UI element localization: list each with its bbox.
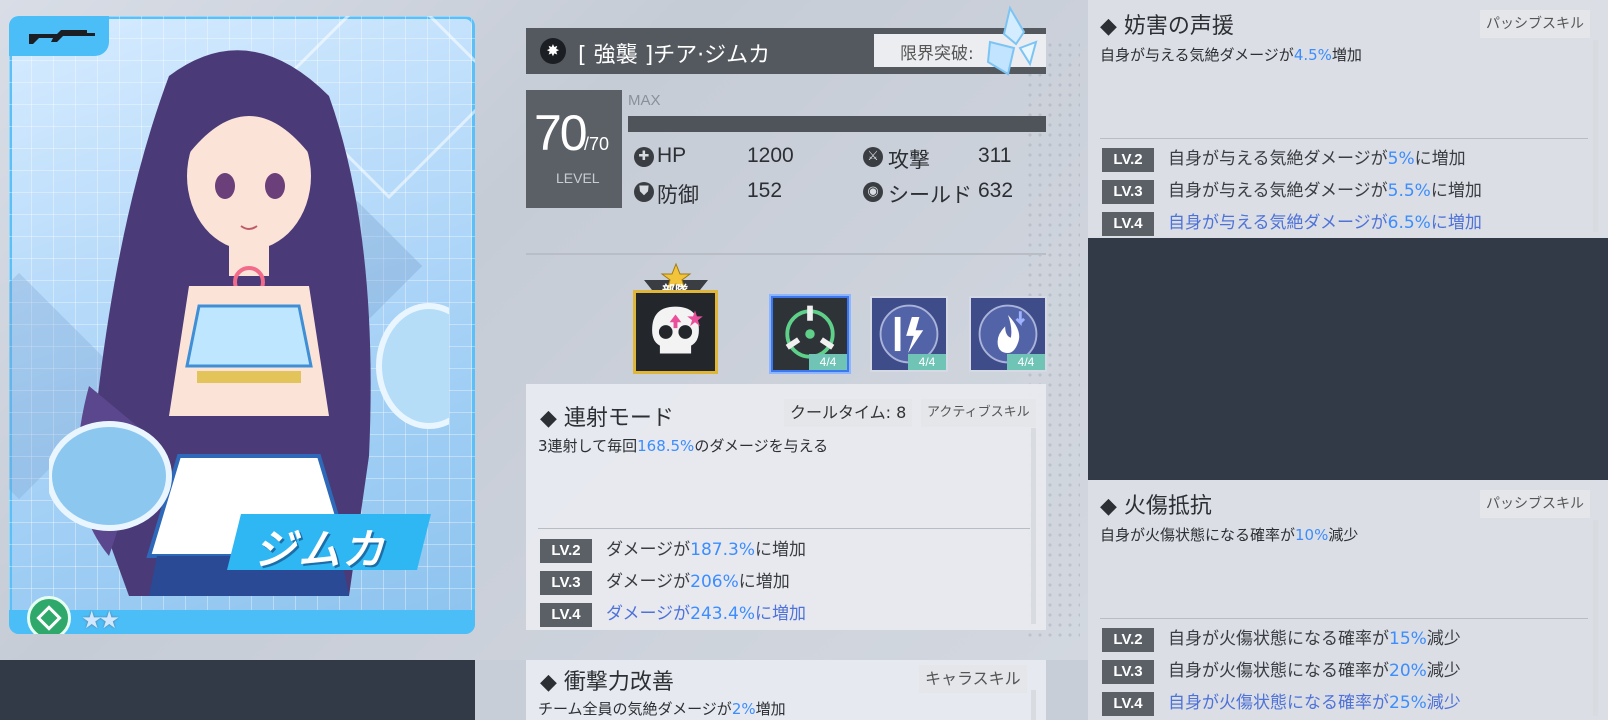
card-character-name: ジムカ xyxy=(254,525,387,574)
skill-level-label: 4/4 xyxy=(1007,354,1045,370)
active-skill-desc: 3連射して毎回168.5%のダメージを与える xyxy=(538,437,829,455)
panel-divider xyxy=(538,528,1030,529)
hp-plus-icon: ✚ xyxy=(634,147,654,167)
passive-skill-2-tag: パッシブスキル xyxy=(1480,490,1590,518)
level-current: 70 xyxy=(534,105,588,161)
attack-label: 攻撃 xyxy=(888,149,930,172)
cooldown-tag: クールタイム: 8 xyxy=(784,399,913,427)
active-skill-lv3: LV.3 ダメージが206%に増加 xyxy=(540,567,790,595)
active-skill-title: ◆ 連射モード xyxy=(540,406,674,431)
passive-skill-1-scrollbar[interactable] xyxy=(1593,40,1598,232)
chara-skill-desc: チーム全員の気絶ダメージが2%増加 xyxy=(538,700,786,718)
limit-break-crystal-icon xyxy=(986,5,1038,76)
attack-value: 311 xyxy=(978,144,1012,167)
attack-sword-icon: ⚔ xyxy=(863,147,883,167)
passive-skill-2-scrollbar[interactable] xyxy=(1593,520,1598,716)
character-title: [ 強襲 ]チア·ジムカ xyxy=(578,43,771,68)
character-name-banner: ジムカ xyxy=(224,506,454,576)
active-skill-tag: アクティブスキル xyxy=(921,399,1036,427)
passive-skill-1-tag: パッシブスキル xyxy=(1480,10,1590,38)
section-divider xyxy=(526,253,1046,255)
panel-divider xyxy=(1100,618,1588,619)
passive-skill-1-title: ◆ 妨害の声援 xyxy=(1100,14,1234,39)
defense-label: 防御 xyxy=(657,184,699,207)
hp-label: HP xyxy=(657,144,687,167)
defense-shield-icon: ⛊ xyxy=(634,182,654,202)
character-card[interactable]: ジムカ ★★ xyxy=(9,16,475,634)
barrier-icon: ◉ xyxy=(863,182,883,202)
passive-skill-2-lv3: LV.3 自身が火傷状態になる確率が20%減少 xyxy=(1102,656,1461,684)
passive-skill-2-lv4: LV.4 自身が火傷状態になる確率が25%減少 xyxy=(1102,688,1461,716)
skill-button-active[interactable]: 4/4 xyxy=(771,296,849,372)
panel-divider xyxy=(1100,138,1588,139)
xp-bar xyxy=(628,116,1046,132)
right-empty-area xyxy=(1088,238,1608,480)
xp-bar-label: MAX xyxy=(628,92,661,109)
passive-skill-1-lv4: LV.4 自身が与える気絶ダメージが6.5%に増加 xyxy=(1102,208,1482,236)
level-box: 70 /70 LEVEL xyxy=(526,90,622,208)
shield-value: 632 xyxy=(978,179,1014,202)
defense-value: 152 xyxy=(747,179,783,202)
skill-level-label: 4/4 xyxy=(908,354,946,370)
passive-skill-1-desc: 自身が与える気絶ダメージが4.5%増加 xyxy=(1100,46,1362,64)
passive-skill-1-lv2: LV.2 自身が与える気絶ダメージが5%に増加 xyxy=(1102,144,1466,172)
passive-skill-1-lv3: LV.3 自身が与える気絶ダメージが5.5%に増加 xyxy=(1102,176,1482,204)
hp-value: 1200 xyxy=(747,144,794,167)
skull-icon xyxy=(652,306,703,354)
chara-skill-tag: キャラスキル xyxy=(919,665,1027,693)
level-max: /70 xyxy=(584,134,610,154)
passive-skill-2-desc: 自身が火傷状態になる確率が10%減少 xyxy=(1100,526,1359,544)
limit-break-label: 限界突破: xyxy=(900,44,974,64)
passive-skill-2-title: ◆ 火傷抵抗 xyxy=(1100,494,1212,519)
passive-skill-2-lv2: LV.2 自身が火傷状態になる確率が15%減少 xyxy=(1102,624,1461,652)
active-skill-lv2: LV.2 ダメージが187.3%に増加 xyxy=(540,535,806,563)
level-label: LEVEL xyxy=(556,170,600,186)
skill-button-passive[interactable]: 4/4 xyxy=(969,296,1047,372)
skill-button-chara[interactable]: 4/4 xyxy=(870,296,948,372)
chara-skill-title: ◆ 衝撃力改善 xyxy=(540,670,674,695)
card-bottom-band xyxy=(9,610,475,634)
assault-class-icon: ✸ xyxy=(540,38,566,64)
active-skill-scrollbar[interactable] xyxy=(1031,428,1036,624)
active-skill-lv4: LV.4 ダメージが243.4%に増加 xyxy=(540,599,806,627)
shield-label: シールド xyxy=(888,184,972,207)
squad-skill-button[interactable] xyxy=(633,290,718,374)
rank-stars: ★★ xyxy=(81,606,120,634)
rank-icon xyxy=(27,596,71,634)
chara-skill-scrollbar[interactable] xyxy=(1031,690,1036,720)
skill-level-label: 4/4 xyxy=(809,354,847,370)
